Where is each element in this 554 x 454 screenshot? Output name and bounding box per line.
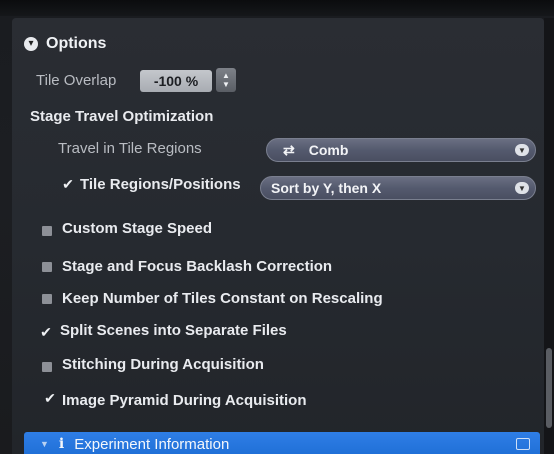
top-strip (0, 0, 554, 16)
chevron-down-icon: ▼ (40, 439, 49, 449)
sort-order-dropdown[interactable]: Sort by Y, then X ▼ (260, 176, 536, 200)
stitching-checkbox[interactable] (42, 362, 52, 372)
tile-regions-checkbox[interactable]: ✔ (62, 177, 74, 191)
tile-regions-label: Tile Regions/Positions (80, 176, 241, 193)
tile-overlap-input[interactable]: -100 % (140, 70, 212, 92)
split-scenes-checkbox[interactable]: ✔ (40, 325, 52, 339)
experiment-information-header[interactable]: ▼ i Experiment Information (24, 432, 540, 454)
collapse-circle-icon[interactable]: ▾ (24, 37, 38, 51)
stepper-up-icon[interactable]: ▲ (222, 71, 230, 80)
tile-overlap-label: Tile Overlap (36, 72, 117, 89)
stitching-label: Stitching During Acquisition (62, 356, 264, 373)
travel-in-tile-regions-label: Travel in Tile Regions (58, 140, 202, 157)
info-icon: i (58, 436, 65, 452)
custom-stage-speed-label: Custom Stage Speed (62, 220, 213, 237)
scrollbar[interactable] (546, 348, 552, 428)
travel-mode-dropdown[interactable]: ⇄ Comb ▼ (266, 138, 536, 162)
backlash-correction-label: Stage and Focus Backlash Correction (62, 258, 333, 275)
keep-tiles-constant-checkbox[interactable] (42, 294, 52, 304)
split-scenes-label: Split Scenes into Separate Files (60, 322, 287, 339)
chevron-down-icon[interactable]: ▼ (515, 144, 529, 156)
stage-travel-title: Stage Travel Optimization (30, 108, 214, 125)
image-pyramid-checkbox[interactable]: ✔ (44, 391, 56, 405)
expand-window-icon[interactable] (516, 438, 530, 450)
experiment-information-label: Experiment Information (74, 435, 230, 453)
keep-tiles-constant-label: Keep Number of Tiles Constant on Rescali… (62, 290, 383, 307)
sort-order-value: Sort by Y, then X (271, 180, 382, 196)
stepper-down-icon[interactable]: ▼ (222, 80, 230, 89)
comb-arrows-icon: ⇄ (283, 141, 295, 158)
travel-mode-value: Comb (308, 142, 349, 158)
options-header[interactable]: ▾ Options (24, 32, 106, 56)
tile-overlap-stepper[interactable]: ▲ ▼ (216, 68, 236, 92)
options-header-label: Options (46, 35, 107, 52)
screen: ▾ Options Tile Overlap -100 % ▲ ▼ Stage … (0, 0, 554, 454)
image-pyramid-label: Image Pyramid During Acquisition (62, 392, 307, 409)
chevron-down-icon[interactable]: ▼ (515, 182, 529, 194)
custom-stage-speed-checkbox[interactable] (42, 226, 52, 236)
backlash-correction-checkbox[interactable] (42, 262, 52, 272)
